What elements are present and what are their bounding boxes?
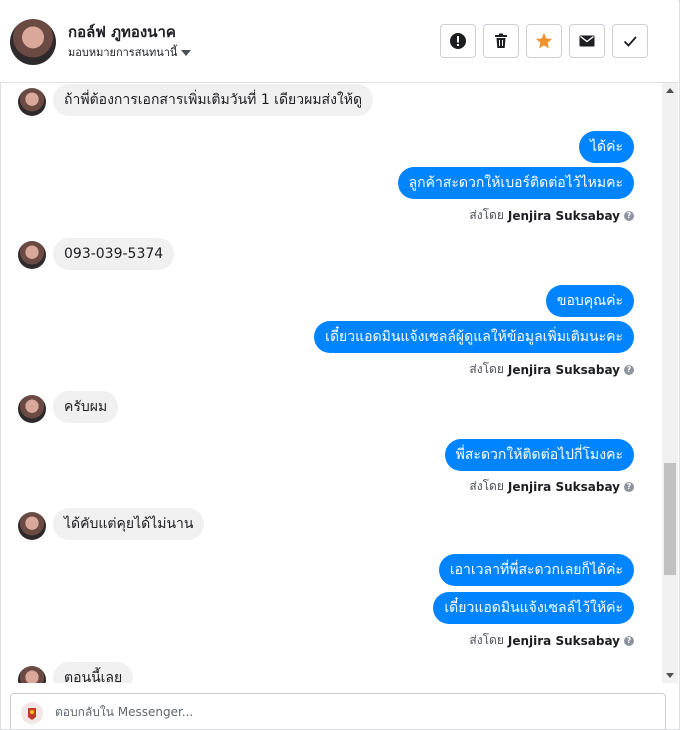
contact-avatar[interactable]	[10, 19, 56, 65]
page-logo-icon	[21, 702, 43, 724]
contact-avatar-small	[18, 512, 46, 540]
outgoing-message[interactable]: เอาเวลาที่พี่สะดวกเลยก็ได้ค่ะ	[438, 554, 634, 586]
outgoing-message[interactable]: ขอบคุณค่ะ	[545, 285, 634, 317]
page-avatar	[21, 702, 43, 724]
help-icon[interactable]: ?	[624, 635, 634, 646]
mark-spam-button[interactable]	[440, 24, 476, 58]
contact-avatar-small	[18, 88, 46, 116]
trash-icon	[495, 33, 507, 48]
sent-by-label: ส่งโดย Jenjira Suksabay ?	[469, 631, 634, 650]
sender-name: Jenjira Suksabay	[507, 633, 620, 648]
sender-name: Jenjira Suksabay	[507, 479, 620, 494]
mark-unread-button[interactable]	[569, 24, 605, 58]
conversation-header: กอล์ฟ ภูทองนาค มอบหมายการสนทนานี้	[0, 0, 678, 83]
incoming-message[interactable]: 093-039-5374	[53, 238, 175, 270]
outgoing-message[interactable]: ลูกค้าสะดวกให้เบอร์ติดต่อไว้ไหมคะ	[397, 167, 634, 199]
thread-scrollbar[interactable]	[662, 83, 678, 683]
star-button[interactable]	[526, 24, 562, 58]
scroll-up-icon[interactable]	[666, 88, 674, 93]
help-icon[interactable]: ?	[624, 481, 634, 492]
incoming-message[interactable]: ถ้าพี่ต้องการเอกสารเพิ่มเติมวันที่ 1 เดี…	[53, 84, 374, 116]
delete-button[interactable]	[483, 24, 519, 58]
scrollbar-thumb[interactable]	[664, 463, 676, 575]
sent-by-label: ส่งโดย Jenjira Suksabay ?	[469, 477, 634, 496]
star-icon	[536, 33, 552, 49]
outgoing-message[interactable]: ได้ค่ะ	[578, 131, 634, 163]
outgoing-message[interactable]: เดี๋ยวแอดมินแจ้งเซลล์ผู้ดูแลให้ข้อมูลเพิ…	[314, 321, 634, 353]
sent-by-label: ส่งโดย Jenjira Suksabay ?	[469, 360, 634, 379]
checkmark-icon	[623, 36, 637, 47]
sender-name: Jenjira Suksabay	[507, 362, 620, 377]
contact-avatar-small	[18, 241, 46, 269]
incoming-message[interactable]: ครับผม	[53, 391, 119, 423]
outgoing-message[interactable]: พี่สะดวกให้ติดต่อไปกี่โมงคะ	[444, 439, 634, 471]
assign-label: มอบหมายการสนทนานี้	[68, 46, 178, 59]
sender-name: Jenjira Suksabay	[507, 208, 620, 223]
contact-avatar-small	[18, 395, 46, 423]
alert-icon	[450, 33, 466, 49]
message-thread[interactable]: ถ้าพี่ต้องการเอกสารเพิ่มเติมวันที่ 1 เดี…	[0, 83, 662, 683]
contact-avatar-small	[18, 666, 46, 683]
contact-name[interactable]: กอล์ฟ ภูทองนาค	[68, 20, 176, 44]
envelope-icon	[579, 35, 595, 47]
mark-done-button[interactable]	[612, 24, 648, 58]
outgoing-message[interactable]: เดี๋ยวแอดมินแจ้งเซลล์ไว้ให้ค่ะ	[433, 592, 634, 624]
incoming-message[interactable]: ได้คับแต่คุยได้ไม่นาน	[53, 508, 205, 540]
scroll-down-icon[interactable]	[666, 673, 674, 678]
help-icon[interactable]: ?	[624, 210, 634, 221]
reply-composer	[10, 693, 666, 729]
assign-conversation-dropdown[interactable]: มอบหมายการสนทนานี้	[68, 43, 192, 61]
incoming-message[interactable]: ตอนนี้เลย	[53, 662, 134, 683]
sent-by-label: ส่งโดย Jenjira Suksabay ?	[469, 206, 634, 225]
chevron-down-icon	[181, 49, 192, 56]
help-icon[interactable]: ?	[624, 364, 634, 375]
reply-input[interactable]	[55, 702, 635, 722]
